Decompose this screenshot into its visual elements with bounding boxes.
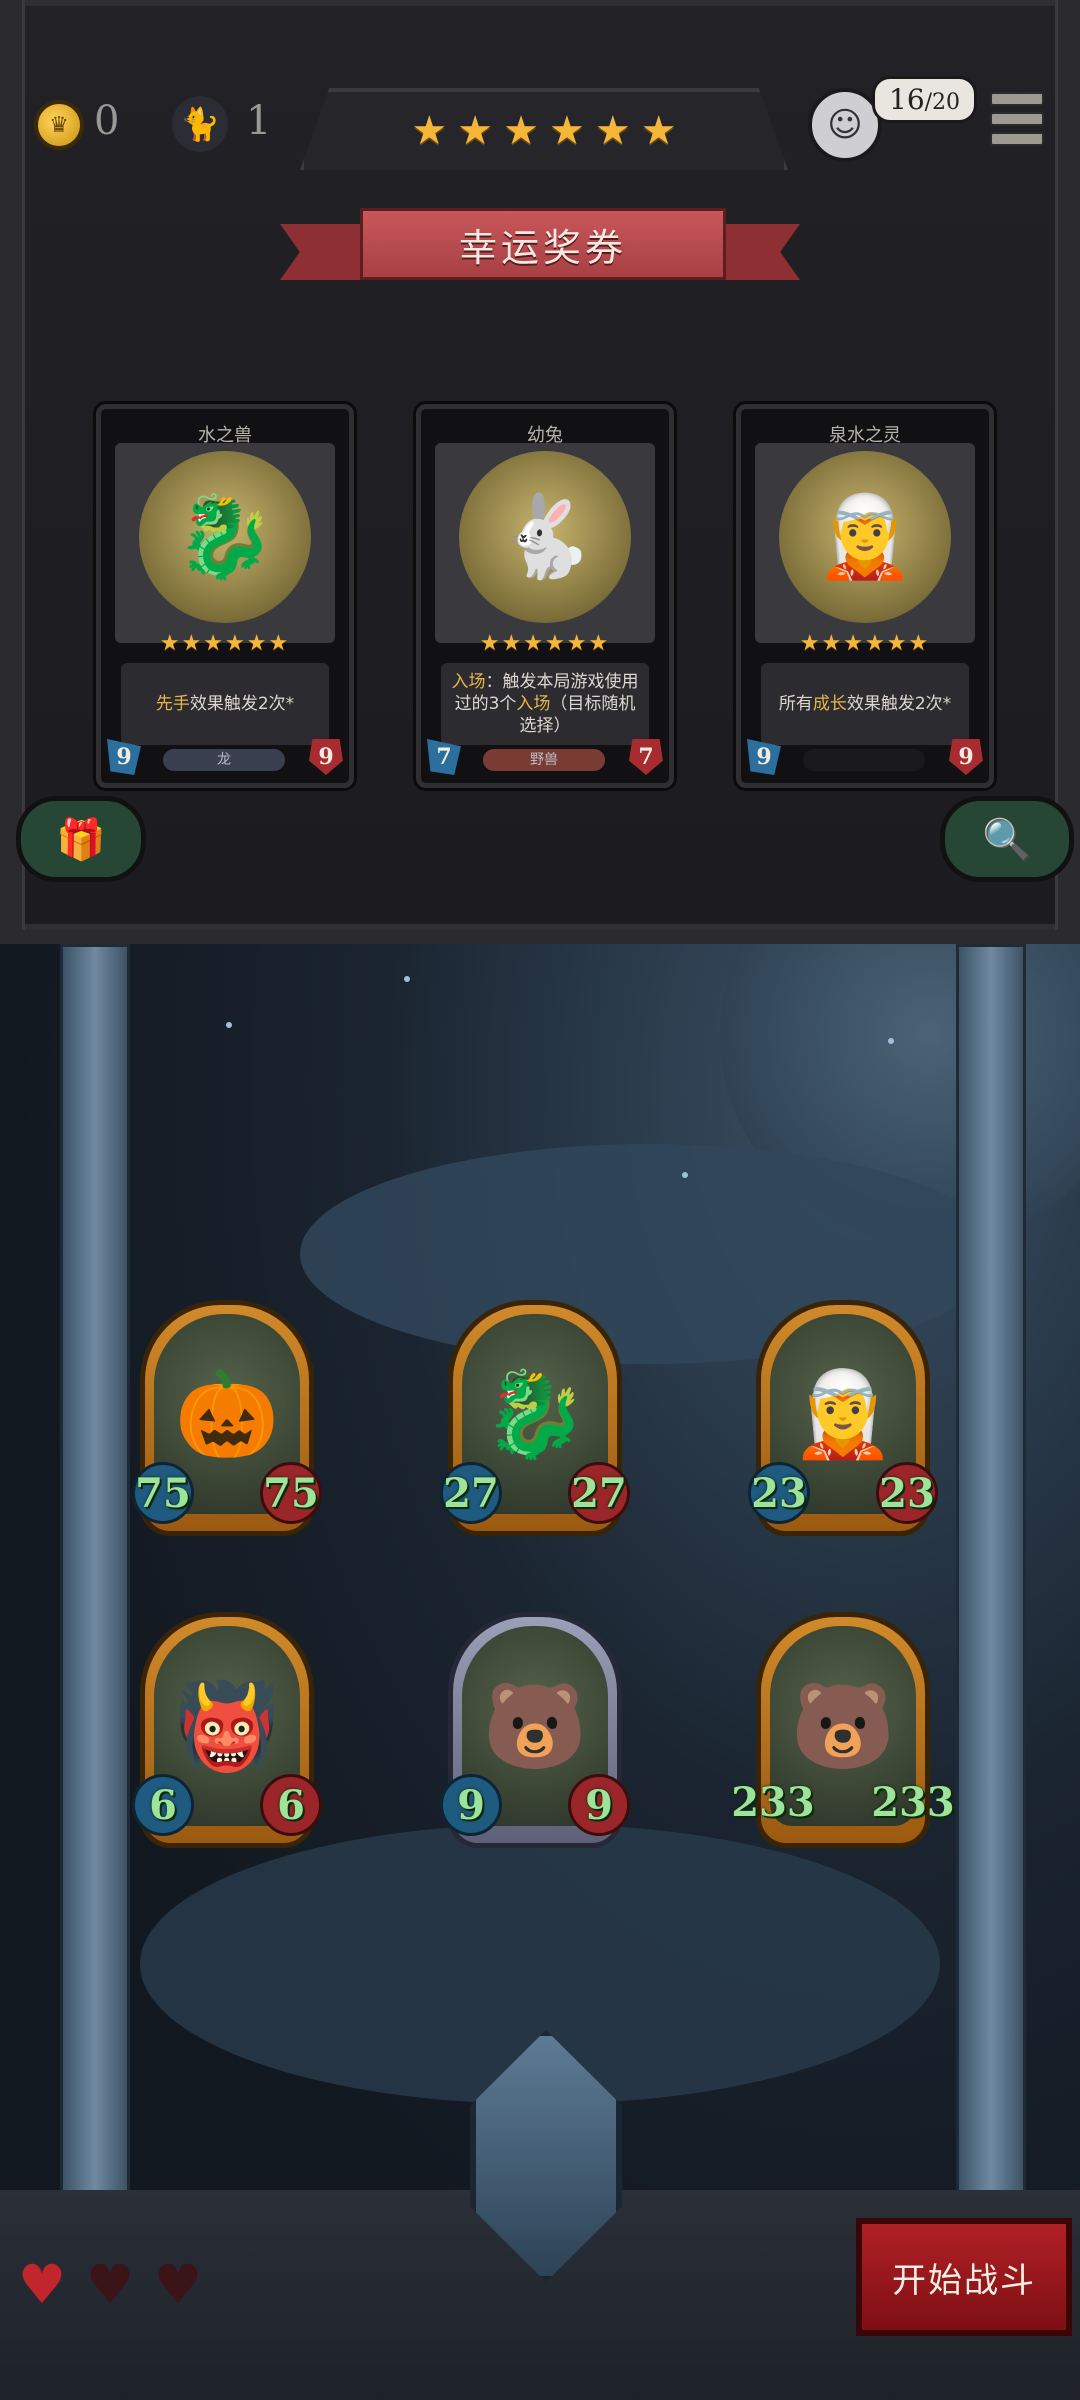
menu-button[interactable] (990, 88, 1044, 150)
tier-star-icon: ★ (457, 108, 494, 154)
card-description: 入场：触发本局游戏使用过的3个入场（目标随机选择） (441, 663, 649, 745)
card-health: 7 (629, 739, 663, 775)
player-count: 16 (889, 83, 925, 116)
gift-box-icon: 🎁 (56, 816, 106, 863)
board-minion[interactable]: 🐻 9 9 (440, 1612, 630, 1848)
minion-health: 75 (260, 1462, 322, 1524)
shop-card[interactable]: 泉水之灵 🧝 ★★★★★★ 所有成长效果触发2次* 9 9 (736, 404, 994, 788)
elf-spirit-icon: 🧝 (779, 451, 951, 623)
right-pillar (956, 944, 1026, 2310)
card-art-frame: 🐇 (435, 443, 655, 643)
minion-health: 6 (260, 1774, 322, 1836)
minion-health: 27 (568, 1462, 630, 1524)
tier-star-icon: ★ (549, 108, 585, 154)
description-text: 效果触发2次* (189, 694, 295, 714)
panel-title: 幸运奖券 (360, 208, 726, 280)
gold-coin-icon: ♛ (34, 100, 84, 150)
gold-count: 0 (94, 98, 120, 144)
lives-hearts: ♥ ♥ ♥ (12, 2252, 208, 2316)
search-icon: 🔍 (982, 816, 1032, 863)
left-pillar (60, 944, 130, 2310)
card-tribe (803, 749, 925, 771)
card-description: 先手效果触发2次* (121, 663, 329, 745)
minion-attack: 75 (132, 1462, 194, 1524)
card-art-frame: 🐉 (115, 443, 335, 643)
heart-full-icon: ♥ (17, 2252, 67, 2316)
keyword-highlight: 成长 (812, 694, 847, 714)
card-stars: ★★★★★★ (479, 631, 611, 656)
minion-attack: 6 (132, 1774, 194, 1836)
board-minion[interactable]: 🧝 23 23 (748, 1300, 938, 1536)
board-minion[interactable]: 🎃 75 75 (132, 1300, 322, 1536)
minion-attack: 9 (440, 1774, 502, 1836)
card-tribe: 野兽 (483, 749, 605, 771)
board-minion[interactable]: 👹 6 6 (132, 1612, 322, 1848)
start-battle-button[interactable]: 开始战斗 (856, 2218, 1072, 2336)
tier-star-icon: ★ (503, 108, 539, 154)
card-art-frame: 🧝 (755, 443, 975, 643)
card-health: 9 (949, 739, 983, 775)
card-tribe: 龙 (163, 749, 285, 771)
card-stars: ★★★★★★ (159, 631, 291, 656)
minion-health: 23 (876, 1462, 938, 1524)
minion-attack: 23 (748, 1462, 810, 1524)
heart-empty-icon: ♥ (85, 2252, 135, 2316)
tier-star-icon: ★ (594, 108, 631, 154)
rabbit-icon: 🐇 (459, 451, 631, 623)
keyword-highlight: 先手 (155, 694, 190, 714)
player-count-bubble: 16/20 (872, 76, 978, 123)
keyword-highlight: 入场 (516, 694, 551, 714)
card-health: 9 (309, 739, 343, 775)
dragon-beast-icon: 🐉 (139, 451, 311, 623)
minion-attack: 27 (440, 1462, 502, 1524)
gift-button[interactable]: 🎁 (16, 796, 146, 882)
search-button[interactable]: 🔍 (940, 796, 1074, 882)
keyword-highlight: 入场 (451, 672, 486, 692)
shop-card[interactable]: 幼兔 🐇 ★★★★★★ 入场：触发本局游戏使用过的3个入场（目标随机选择） 7 野兽 7 (416, 404, 674, 788)
board-minion[interactable]: 🐉 27 27 (440, 1300, 630, 1536)
minion-health: 233 (871, 1778, 955, 1826)
tier-star-icon: ★ (411, 108, 448, 154)
player-total: /20 (924, 90, 961, 115)
shop-card[interactable]: 水之兽 🐉 ★★★★★★ 先手效果触发2次* 9 龙 9 (96, 404, 354, 788)
turn-count: 1 (246, 98, 272, 144)
player-avatar[interactable]: ☺ (808, 88, 882, 162)
board-minion[interactable]: 🐻 233 233 (731, 1612, 955, 1848)
card-description: 所有成长效果触发2次* (761, 663, 969, 745)
tier-star-icon: ★ (640, 108, 677, 154)
tavern-tier-stars: ★ ★ ★ ★ ★ ★ (300, 88, 788, 170)
heart-empty-icon: ♥ (153, 2252, 203, 2316)
card-stars: ★★★★★★ (799, 631, 931, 656)
minion-health: 9 (568, 1774, 630, 1836)
title-ribbon: 幸运奖券 (280, 200, 800, 290)
minion-attack: 233 (731, 1778, 815, 1826)
description-text: 所有 (778, 694, 813, 714)
turn-cat-clock-icon: 🐈 (172, 96, 228, 152)
description-text: 效果触发2次* (846, 694, 952, 714)
